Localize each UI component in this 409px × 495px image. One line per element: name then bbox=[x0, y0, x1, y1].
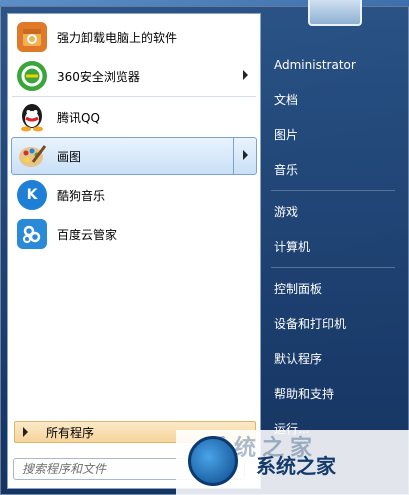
watermark: 系统之家 系统之家 bbox=[176, 430, 409, 495]
paint-palette-icon bbox=[17, 141, 47, 171]
submenu-arrow-icon[interactable] bbox=[243, 150, 248, 160]
music-link[interactable]: 音乐 bbox=[263, 152, 403, 187]
default-programs-link[interactable]: 默认程序 bbox=[263, 341, 403, 376]
program-item-kugou[interactable]: K 酷狗音乐 bbox=[11, 176, 257, 214]
places-pane: Administrator 文档 图片 音乐 游戏 计算机 控制面板 设备和打印… bbox=[263, 47, 403, 446]
program-label: 腾讯QQ bbox=[57, 110, 100, 125]
360-browser-icon bbox=[17, 61, 47, 91]
start-menu: 强力卸载电脑上的软件 360安全浏览器 腾讯QQ 画图 K 酷狗音乐 百度云管家… bbox=[0, 6, 409, 495]
separator bbox=[271, 267, 395, 268]
pinned-programs-list: 强力卸载电脑上的软件 360安全浏览器 腾讯QQ 画图 K 酷狗音乐 百度云管家 bbox=[8, 17, 260, 254]
control-panel-link[interactable]: 控制面板 bbox=[263, 271, 403, 306]
program-label: 360安全浏览器 bbox=[57, 69, 140, 84]
program-item-uninstaller[interactable]: 强力卸载电脑上的软件 bbox=[11, 18, 257, 56]
watermark-logo-icon bbox=[188, 436, 238, 486]
user-picture[interactable] bbox=[308, 0, 362, 26]
uninstall-box-icon bbox=[17, 22, 47, 52]
kugou-music-icon: K bbox=[17, 180, 47, 210]
documents-link[interactable]: 文档 bbox=[263, 82, 403, 117]
program-label: 画图 bbox=[57, 149, 82, 164]
user-folder-link[interactable]: Administrator bbox=[263, 47, 403, 82]
devices-printers-link[interactable]: 设备和打印机 bbox=[263, 306, 403, 341]
program-item-baidu-cloud[interactable]: 百度云管家 bbox=[11, 215, 257, 253]
program-label: 强力卸载电脑上的软件 bbox=[57, 30, 178, 45]
qq-penguin-icon bbox=[17, 102, 47, 132]
program-label: 酷狗音乐 bbox=[57, 188, 106, 203]
program-item-qq[interactable]: 腾讯QQ bbox=[11, 98, 257, 136]
pictures-link[interactable]: 图片 bbox=[263, 117, 403, 152]
program-item-paint[interactable]: 画图 bbox=[11, 137, 257, 175]
watermark-text: 系统之家 bbox=[256, 454, 336, 478]
separator bbox=[271, 190, 395, 191]
submenu-arrow-icon[interactable] bbox=[243, 70, 248, 80]
separator bbox=[12, 96, 256, 97]
expand-arrow-icon bbox=[23, 427, 28, 437]
programs-pane: 强力卸载电脑上的软件 360安全浏览器 腾讯QQ 画图 K 酷狗音乐 百度云管家… bbox=[7, 13, 261, 489]
games-link[interactable]: 游戏 bbox=[263, 194, 403, 229]
program-label: 百度云管家 bbox=[57, 227, 118, 242]
all-programs-label: 所有程序 bbox=[46, 425, 95, 440]
baidu-cloud-icon bbox=[17, 219, 47, 249]
computer-link[interactable]: 计算机 bbox=[263, 229, 403, 264]
program-item-360-browser[interactable]: 360安全浏览器 bbox=[11, 57, 257, 95]
help-support-link[interactable]: 帮助和支持 bbox=[263, 376, 403, 411]
